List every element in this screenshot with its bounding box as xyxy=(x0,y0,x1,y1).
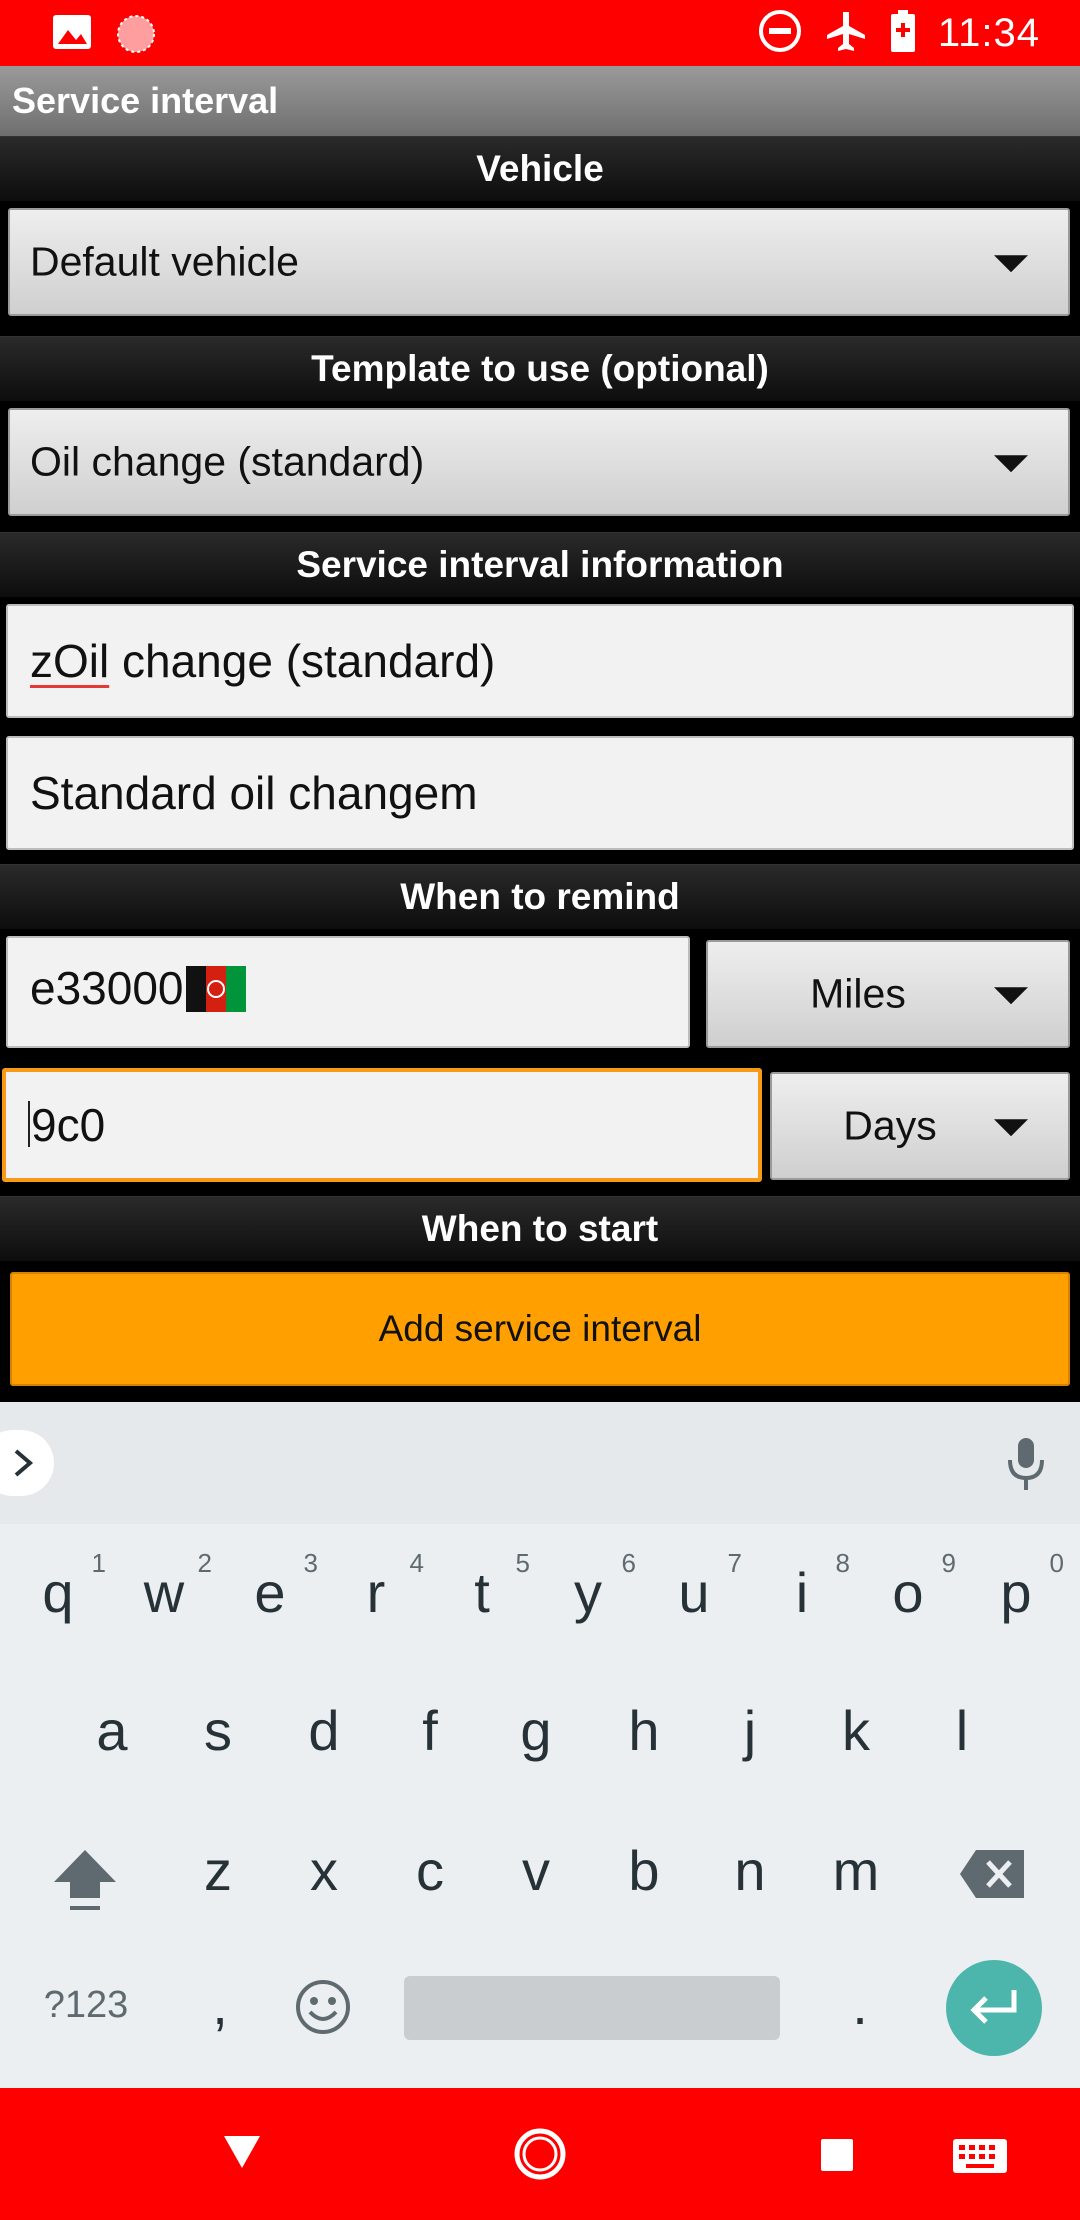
time-interval-value: 9c0 xyxy=(28,1098,105,1152)
distance-unit-dropdown[interactable]: Miles xyxy=(706,940,1070,1048)
section-vehicle: Vehicle xyxy=(0,136,1080,201)
enter-key[interactable] xyxy=(946,1960,1042,2056)
keyboard-suggestion-strip xyxy=(0,1402,1080,1524)
key-period[interactable]: . xyxy=(810,1972,910,2037)
key-w[interactable]: w2 xyxy=(114,1548,214,1625)
navigation-bar xyxy=(0,2088,1080,2220)
clock: 11:34 xyxy=(937,10,1040,55)
key-u[interactable]: u7 xyxy=(644,1548,744,1625)
key-p[interactable]: p0 xyxy=(966,1548,1066,1625)
key-comma[interactable]: , xyxy=(170,1972,270,2037)
key-z[interactable]: z xyxy=(168,1838,268,1903)
section-template: Template to use (optional) xyxy=(0,336,1080,401)
section-remind: When to remind xyxy=(0,864,1080,929)
key-m[interactable]: m xyxy=(806,1838,906,1903)
key-t[interactable]: t5 xyxy=(432,1548,532,1625)
chevron-down-icon xyxy=(994,987,1028,1005)
keyboard-icon[interactable] xyxy=(952,2138,1008,2179)
chevron-down-icon xyxy=(994,255,1028,273)
key-y[interactable]: y6 xyxy=(538,1548,638,1625)
chevron-right-icon xyxy=(14,1449,34,1477)
vehicle-dropdown-value: Default vehicle xyxy=(30,238,299,285)
distance-value: e33000 xyxy=(30,961,246,1023)
key-c[interactable]: c xyxy=(380,1838,480,1903)
key-l[interactable]: l xyxy=(912,1698,1012,1763)
keyboard-expand-button[interactable] xyxy=(0,1430,54,1496)
interval-name-input[interactable]: zOil change (standard) xyxy=(6,604,1074,718)
key-q[interactable]: q1 xyxy=(8,1548,108,1625)
shift-icon[interactable] xyxy=(50,1846,120,1921)
add-service-interval-button[interactable]: Add service interval xyxy=(10,1272,1070,1386)
title-bar: Service interval xyxy=(0,66,1080,136)
recents-icon[interactable] xyxy=(820,2138,854,2177)
key-e[interactable]: e3 xyxy=(220,1548,320,1625)
emoji-icon[interactable] xyxy=(294,1978,352,2041)
key-r[interactable]: r4 xyxy=(326,1548,426,1625)
symbols-key[interactable]: ?123 xyxy=(36,1984,136,2027)
time-interval-text: 9c0 xyxy=(31,1099,106,1151)
time-unit-dropdown[interactable]: Days xyxy=(770,1072,1070,1180)
distance-input[interactable]: e33000 xyxy=(6,936,690,1048)
interval-name-rest: change (standard) xyxy=(109,635,496,687)
section-info: Service interval information xyxy=(0,532,1080,597)
section-start: When to start xyxy=(0,1196,1080,1261)
page-title: Service interval xyxy=(12,80,279,121)
image-icon xyxy=(52,14,92,55)
time-interval-input[interactable]: 9c0 xyxy=(2,1068,762,1182)
key-x[interactable]: x xyxy=(274,1838,374,1903)
key-k[interactable]: k xyxy=(806,1698,906,1763)
interval-description-value: Standard oil changem xyxy=(30,767,478,819)
distance-text: e33000 xyxy=(30,962,184,1014)
interval-description-input[interactable]: Standard oil changem xyxy=(6,736,1074,850)
interval-name-value: zOil change (standard) xyxy=(30,634,495,688)
key-b[interactable]: b xyxy=(594,1838,694,1903)
vehicle-dropdown[interactable]: Default vehicle xyxy=(8,208,1070,316)
airplane-icon xyxy=(824,9,868,58)
backspace-icon[interactable] xyxy=(958,1848,1028,1905)
chevron-down-icon xyxy=(994,455,1028,473)
key-g[interactable]: g xyxy=(486,1698,586,1763)
enter-icon xyxy=(970,1990,1017,2024)
do-not-disturb-icon xyxy=(758,9,802,58)
microphone-icon[interactable] xyxy=(1004,1436,1048,1497)
key-j[interactable]: j xyxy=(700,1698,800,1763)
distance-unit-value: Miles xyxy=(810,970,906,1017)
misspelled-word: zOil xyxy=(30,635,110,687)
key-s[interactable]: s xyxy=(168,1698,268,1763)
key-o[interactable]: o9 xyxy=(858,1548,958,1625)
battery-icon xyxy=(890,9,916,58)
key-h[interactable]: h xyxy=(594,1698,694,1763)
key-n[interactable]: n xyxy=(700,1838,800,1903)
back-icon[interactable] xyxy=(222,2134,262,2175)
chevron-down-icon xyxy=(994,1119,1028,1137)
afghanistan-flag-icon xyxy=(185,966,246,1023)
key-v[interactable]: v xyxy=(486,1838,586,1903)
key-i[interactable]: i8 xyxy=(752,1548,852,1625)
key-a[interactable]: a xyxy=(62,1698,162,1763)
time-unit-value: Days xyxy=(843,1102,937,1149)
home-icon[interactable] xyxy=(514,2128,566,2185)
template-dropdown-value: Oil change (standard) xyxy=(30,438,425,485)
text-cursor xyxy=(28,1101,30,1147)
sun-icon xyxy=(114,12,158,61)
key-d[interactable]: d xyxy=(274,1698,374,1763)
space-key[interactable] xyxy=(404,1976,780,2040)
status-bar: 11:34 xyxy=(0,0,1080,66)
template-dropdown[interactable]: Oil change (standard) xyxy=(8,408,1070,516)
key-f[interactable]: f xyxy=(380,1698,480,1763)
